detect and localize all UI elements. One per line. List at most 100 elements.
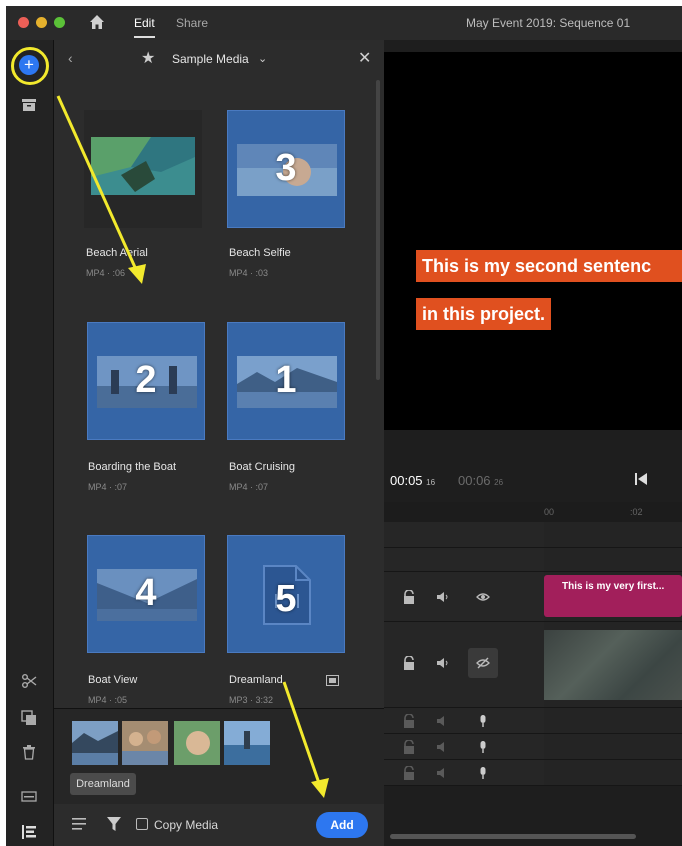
tile-number: 3 [275,147,297,189]
speaker-icon[interactable] [436,766,450,780]
selected-clip-thumbnail[interactable] [224,721,270,765]
menu-share[interactable]: Share [176,16,208,30]
skip-to-start-icon[interactable] [634,472,648,486]
selected-clip-thumbnail[interactable] [72,721,118,765]
timeline-ruler[interactable]: 00 :02 [384,502,682,522]
captions-icon[interactable] [21,788,37,804]
video-track-header [384,622,544,708]
media-tile-dreamland[interactable]: 5 [227,535,345,653]
media-meta: MP4 · :06 [86,268,126,278]
selected-clip-thumbnail[interactable] [174,721,220,765]
close-icon[interactable]: ✕ [358,48,371,68]
track-lane[interactable] [544,548,682,572]
tile-number: 4 [135,572,157,614]
media-source-title[interactable]: Sample Media [172,52,249,66]
minimize-window-button[interactable] [36,17,47,28]
video-clip[interactable] [544,630,682,700]
selected-item-label[interactable]: Dreamland [70,773,136,795]
microphone-icon[interactable] [476,766,490,780]
menu-edit[interactable]: Edit [134,16,155,38]
media-scrollbar[interactable] [376,80,380,380]
tile-number: 1 [275,359,297,401]
current-timecode: 00:05 16 [390,473,435,488]
scissors-icon[interactable] [21,673,37,689]
annotation-circle [11,47,49,85]
duration-frames: 26 [494,478,504,487]
list-view-icon[interactable] [72,818,86,830]
microphone-icon[interactable] [476,740,490,754]
track-header [384,548,544,572]
ruler-tick: :02 [630,507,643,517]
speaker-icon[interactable] [436,740,450,754]
track-lane[interactable] [544,760,682,786]
sequence-title: May Event 2019: Sequence 01 [466,16,631,30]
copy-media-label: Copy Media [154,818,219,832]
app-window: Edit Share May Event 2019: Sequence 01 +… [6,6,682,846]
media-panel-header: ‹ ★ Sample Media ⌄ ✕ [54,40,384,76]
media-tile-beach-aerial[interactable] [84,110,202,228]
eye-icon[interactable] [476,590,490,604]
lock-icon[interactable] [402,740,416,754]
timeline-scrollbar[interactable] [390,834,636,839]
microphone-icon[interactable] [476,714,490,728]
media-meta: MP4 · :05 [88,695,128,705]
program-monitor[interactable]: This is my second sentenc in this projec… [384,52,682,430]
current-frames: 16 [426,478,436,487]
fit-screen-icon[interactable] [326,675,339,686]
zoom-window-button[interactable] [54,17,65,28]
chevron-down-icon[interactable]: ⌄ [258,52,267,65]
media-meta: MP4 · :07 [229,482,269,492]
tile-number: 2 [135,359,157,401]
media-name: Dreamland [229,674,283,686]
home-icon[interactable] [89,14,105,30]
star-icon[interactable]: ★ [141,48,155,68]
caption-line[interactable]: in this project. [416,298,552,330]
lock-icon[interactable] [402,714,416,728]
current-time: 00:05 [390,473,423,488]
lock-icon[interactable] [402,656,416,670]
selected-clip-thumbnail[interactable] [122,721,168,765]
add-button[interactable]: Add [316,812,368,838]
title-clip[interactable]: This is my very first... [544,575,682,617]
media-meta: MP4 · :07 [88,482,128,492]
speaker-icon[interactable] [436,714,450,728]
title-bar: Edit Share May Event 2019: Sequence 01 [6,6,682,40]
eye-off-icon [476,657,490,669]
media-tile-boat-cruising[interactable]: 1 [227,322,345,440]
hide-track-toggle[interactable] [468,648,498,678]
media-name: Boat Cruising [229,461,296,473]
media-tile-boarding-the-boat[interactable]: 2 [87,322,205,440]
archive-icon[interactable] [21,97,37,113]
tile-number: 5 [275,578,297,620]
duplicate-icon[interactable] [21,710,37,726]
duration-time: 00:06 [458,473,491,488]
filter-icon[interactable] [107,817,121,831]
media-meta: MP3 · 3:32 [229,695,274,705]
speaker-icon[interactable] [436,656,450,670]
selection-tray: Dreamland [54,708,384,804]
media-name: Boat View [88,674,138,686]
audio-track-header [384,734,544,760]
copy-media-checkbox[interactable] [136,818,148,830]
audio-track-header [384,708,544,734]
timeline-view-icon[interactable] [21,824,37,840]
media-tile-beach-selfie[interactable]: 3 [227,110,345,228]
chevron-left-icon[interactable]: ‹ [68,50,73,66]
duration-timecode: 00:06 26 [458,473,503,488]
track-lane[interactable] [544,734,682,760]
left-toolbar: + [6,40,54,846]
lock-icon[interactable] [402,766,416,780]
media-tile-boat-view[interactable]: 4 [87,535,205,653]
editor-area: This is my second sentenc in this projec… [384,40,682,846]
ruler-tick: 00 [544,507,555,517]
beach-aerial-thumbnail [91,137,195,195]
title-track-header [384,572,544,622]
track-lane[interactable] [544,708,682,734]
trash-icon[interactable] [21,744,37,760]
speaker-icon[interactable] [436,590,450,604]
media-name: Beach Aerial [86,247,148,259]
lock-icon[interactable] [402,590,416,604]
caption-line[interactable]: This is my second sentenc [416,250,682,282]
close-window-button[interactable] [18,17,29,28]
track-lane[interactable] [544,522,682,548]
